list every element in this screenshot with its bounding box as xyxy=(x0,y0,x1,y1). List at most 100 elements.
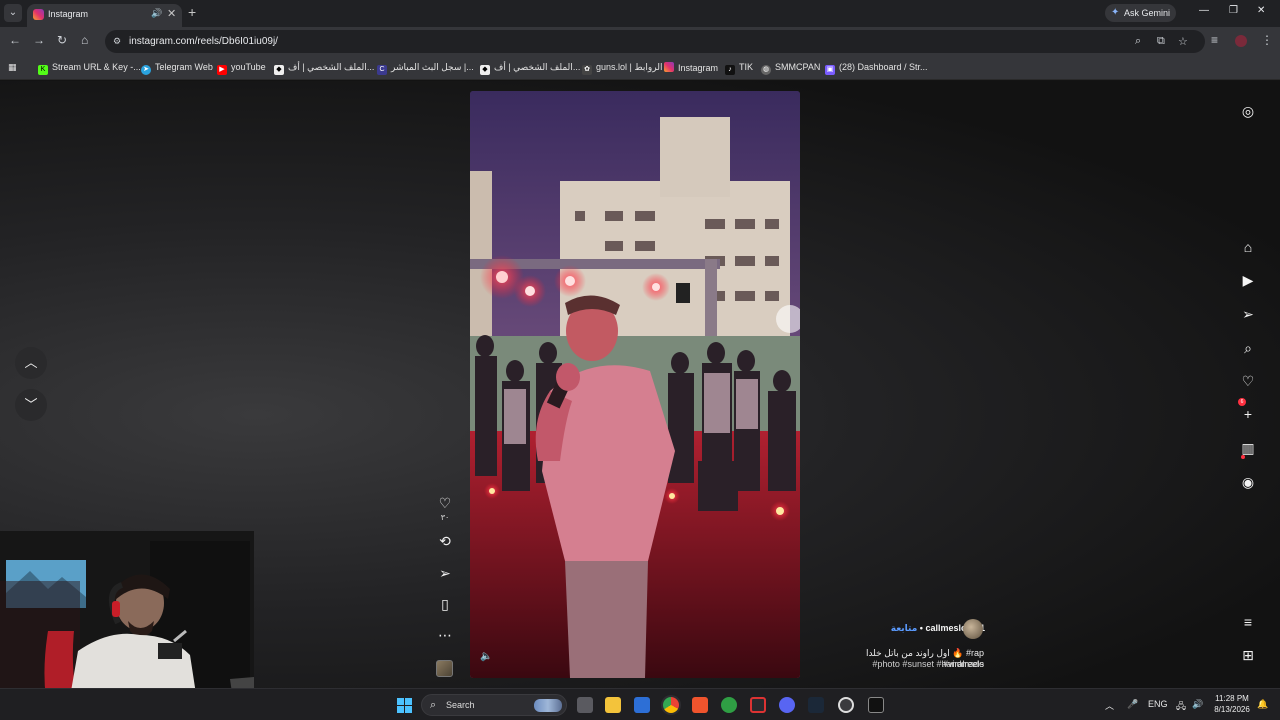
dashboard-icon[interactable]: ▥ xyxy=(1238,440,1258,457)
obs-icon[interactable] xyxy=(838,697,854,713)
menu-kebab-icon[interactable]: ⋮ xyxy=(1261,33,1273,47)
instagram-logo-icon[interactable]: ◎ xyxy=(1238,103,1258,120)
c-icon: C xyxy=(377,65,387,75)
minimize-button[interactable]: — xyxy=(1199,5,1209,16)
message-count-badge: 6 xyxy=(1238,398,1246,406)
separator-dot: • xyxy=(919,623,923,633)
bookmark-guns-lol[interactable]: ✿ guns.lol | الروابط xyxy=(582,62,662,75)
browser-toolbar: ← → ↻ ⌂ ⚙ instagram.com/reels/Db6I01iu09… xyxy=(0,27,1280,56)
bookmark-profile-2[interactable]: ◆ الملف الشخصي | أف... xyxy=(480,62,580,75)
language-indicator[interactable]: ENG xyxy=(1148,699,1168,709)
windows-start-icon[interactable] xyxy=(397,698,412,713)
steam-icon[interactable] xyxy=(808,697,824,713)
tiktok-diamond-icon: ◆ xyxy=(274,65,284,75)
globe-icon: ◍ xyxy=(761,65,771,75)
bookmark-label: Stream URL & Key -... xyxy=(52,62,141,72)
messages-icon[interactable]: ➢ xyxy=(1238,306,1258,323)
tab-search-button[interactable]: ⌄ xyxy=(4,4,22,22)
site-info-icon[interactable]: ⚙ xyxy=(113,36,121,47)
tiktok-icon: ♪ xyxy=(725,65,735,75)
bookmark-label: الملف الشخصي | أف... xyxy=(288,62,375,72)
tab-instagram[interactable]: Instagram 🔊 ✕ xyxy=(27,4,182,27)
file-explorer-icon[interactable] xyxy=(605,697,621,713)
home-button[interactable]: ⌂ xyxy=(81,33,88,47)
speaker-icon[interactable]: 🔈 xyxy=(480,651,492,662)
chrome-icon[interactable] xyxy=(663,697,679,713)
new-tab-button[interactable]: + xyxy=(188,4,196,20)
xbox-icon[interactable] xyxy=(721,697,737,713)
bookmark-tik[interactable]: ♪ TIK xyxy=(725,62,753,75)
ask-gemini-button[interactable]: ✦ Ask Gemini xyxy=(1105,4,1176,22)
follow-link[interactable]: متابعة xyxy=(891,623,918,633)
url-text[interactable]: instagram.com/reels/Db6I01iu09j/ xyxy=(129,36,278,47)
caption-hashtags[interactable]: #photo #sunset #handmade xyxy=(826,659,984,669)
reading-list-icon[interactable]: ≡ xyxy=(1211,33,1218,47)
previous-reel-button[interactable]: ︿ xyxy=(15,347,47,379)
bookmark-label: TIK xyxy=(739,62,754,72)
bookmark-star-icon[interactable]: ☆ xyxy=(1178,35,1188,48)
menu-hamburger-icon[interactable]: ≡ xyxy=(1238,614,1258,630)
dashboard-icon: ▣ xyxy=(825,65,835,75)
taskbar-search[interactable]: ⌕ Search xyxy=(421,694,567,716)
instagram-favicon-icon xyxy=(33,9,44,20)
windows-taskbar: ⌕ Search ︿ 🎤 ENG 🖧 🔊 11:28 PM 8/13/2026 … xyxy=(0,688,1280,720)
bookmark-instagram[interactable]: Instagram xyxy=(664,62,718,73)
forward-button[interactable]: → xyxy=(33,33,45,47)
epic-games-icon[interactable] xyxy=(868,697,884,713)
microsoft-store-icon[interactable] xyxy=(634,697,650,713)
restore-button[interactable]: ❐ xyxy=(1229,5,1238,16)
guns-lol-icon: ✿ xyxy=(582,65,592,75)
audio-thumbnail[interactable] xyxy=(436,660,453,677)
task-view-icon[interactable] xyxy=(577,697,593,713)
back-button[interactable]: ← xyxy=(9,33,21,47)
notifications-heart-icon[interactable]: ♡ xyxy=(1238,373,1258,390)
bookmark-smmcpan[interactable]: ◍ SMMCPAN xyxy=(761,62,820,75)
bookmark-label: guns.lol | الروابط xyxy=(596,62,663,72)
discord-icon[interactable] xyxy=(779,697,795,713)
close-window-button[interactable]: ✕ xyxy=(1257,5,1265,16)
show-hidden-icons-icon[interactable]: ︿ xyxy=(1105,699,1114,712)
network-icon[interactable]: 🖧 xyxy=(1176,699,1186,715)
bookmark-dashboard[interactable]: ▣ (28) Dashboard / Str... xyxy=(825,62,928,75)
author-avatar[interactable] xyxy=(963,619,983,639)
youtube-icon: ▶ xyxy=(217,65,227,75)
clock-date: 8/13/2026 xyxy=(1214,705,1250,714)
bookmark-stream-url[interactable]: K Stream URL & Key -... xyxy=(38,62,141,75)
reels-icon[interactable]: ▶ xyxy=(1238,272,1258,289)
like-heart-icon[interactable]: ♡ xyxy=(434,495,456,512)
bookmark-label: (28) Dashboard / Str... xyxy=(839,62,928,72)
address-bar[interactable]: ⚙ instagram.com/reels/Db6I01iu09j/ ⌕ ⧉ ☆ xyxy=(105,30,1205,53)
bookmarks-bar: ▦ K Stream URL & Key -... ➤ Telegram Web ▶… xyxy=(0,56,1280,80)
speaker-icon[interactable]: 🔊 xyxy=(151,8,162,19)
create-plus-icon[interactable]: + xyxy=(1238,406,1258,422)
close-tab-icon[interactable]: ✕ xyxy=(167,7,176,20)
volume-icon[interactable]: 🔊 xyxy=(1192,699,1203,710)
install-app-icon[interactable]: ⧉ xyxy=(1157,35,1165,48)
repost-icon[interactable]: ⟲ xyxy=(434,533,456,550)
save-bookmark-icon[interactable]: ▯ xyxy=(434,596,456,613)
bookmark-telegram[interactable]: ➤ Telegram Web xyxy=(141,62,213,75)
bookmark-youtube[interactable]: ▶ youTube xyxy=(217,62,266,75)
tiktok-diamond-icon: ◆ xyxy=(480,65,490,75)
screen-capture-icon[interactable] xyxy=(750,697,766,713)
also-from-meta-icon[interactable]: ⊞ xyxy=(1238,647,1258,664)
zoom-icon[interactable]: ⌕ xyxy=(1135,35,1141,48)
reel-video[interactable]: 🔈 xyxy=(470,91,800,678)
reel-video-frame xyxy=(470,91,800,678)
bookmark-profile-1[interactable]: ◆ الملف الشخصي | أف... xyxy=(274,62,374,75)
apps-grid-icon[interactable]: ▦ xyxy=(8,62,17,73)
profile-avatar[interactable]: ◉ xyxy=(1238,474,1258,491)
system-clock[interactable]: 11:28 PM 8/13/2026 xyxy=(1210,693,1254,715)
profile-avatar[interactable] xyxy=(1235,35,1247,47)
share-paper-plane-icon[interactable]: ➢ xyxy=(434,565,456,582)
bookmark-live-log[interactable]: C سجل البث المباشر |... xyxy=(377,62,474,75)
next-reel-button[interactable]: ﹀ xyxy=(15,389,47,421)
notification-bell-icon[interactable]: 🔔 xyxy=(1257,699,1268,710)
brave-icon[interactable] xyxy=(692,697,708,713)
bookmark-label: SMMCPAN xyxy=(775,62,821,72)
reload-button[interactable]: ↻ xyxy=(57,33,67,47)
search-icon[interactable]: ⌕ xyxy=(1238,340,1258,357)
more-options-icon[interactable]: ⋯ xyxy=(434,627,456,644)
microphone-icon[interactable]: 🎤 xyxy=(1127,699,1138,710)
home-icon[interactable]: ⌂ xyxy=(1238,239,1258,255)
